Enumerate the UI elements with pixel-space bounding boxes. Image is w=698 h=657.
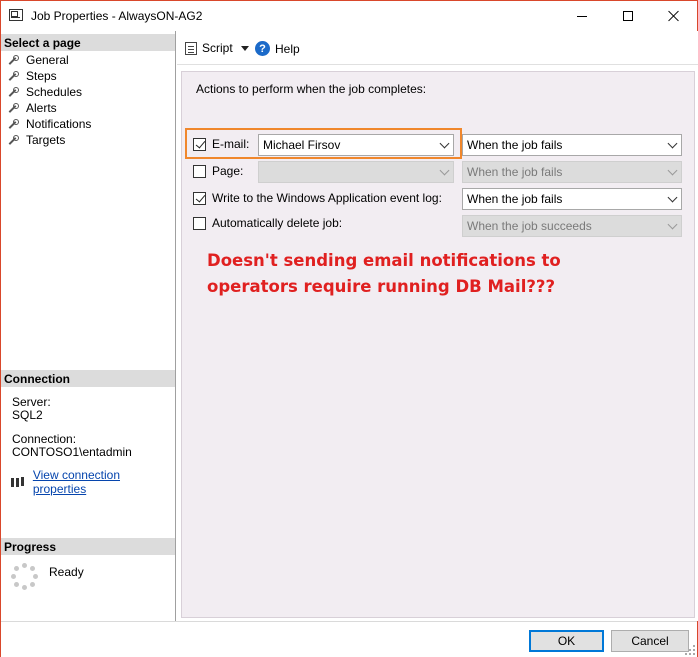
connection-properties-icon [10, 476, 24, 488]
progress-status: Ready [49, 565, 84, 579]
page-item-label: General [26, 53, 69, 67]
server-value: SQL2 [12, 408, 43, 422]
minimize-button[interactable] [559, 1, 605, 31]
page-item-notifications[interactable]: Notifications [7, 116, 91, 132]
email-checkbox[interactable] [193, 137, 206, 151]
page-operator-select[interactable] [258, 161, 454, 183]
chevron-down-icon [439, 165, 450, 176]
connection-value: CONTOSO1\entadmin [12, 445, 132, 459]
script-icon [185, 41, 197, 55]
left-pane: Select a page General Steps Schedules Al… [1, 31, 176, 621]
resize-grip-icon[interactable] [685, 645, 695, 655]
eventlog-condition-value: When the job fails [467, 192, 563, 206]
email-operator-value: Michael Firsov [263, 138, 341, 152]
progress-header: Progress [1, 537, 175, 555]
eventlog-checkbox[interactable] [193, 191, 206, 205]
app-window-icon [9, 9, 23, 21]
wrench-icon [7, 54, 19, 66]
page-condition-select[interactable]: When the job fails [462, 161, 682, 183]
page-item-label: Alerts [26, 101, 57, 115]
email-operator-select[interactable]: Michael Firsov [258, 134, 454, 156]
notifications-panel: Actions to perform when the job complete… [181, 71, 695, 618]
minimize-icon [577, 15, 587, 17]
email-condition-select[interactable]: When the job fails [462, 134, 682, 156]
wrench-icon [7, 134, 19, 146]
dialog-button-bar: OK Cancel [1, 621, 697, 657]
connection-info: Server: SQL2 Connection: CONTOSO1\entadm… [12, 396, 132, 459]
page-item-alerts[interactable]: Alerts [7, 100, 91, 116]
chevron-down-icon [667, 192, 678, 203]
autodelete-condition-value: When the job succeeds [467, 219, 592, 233]
cancel-button[interactable]: Cancel [611, 630, 689, 652]
page-list: General Steps Schedules Alerts Notificat… [7, 52, 91, 148]
chevron-down-icon [667, 165, 678, 176]
actions-section-label: Actions to perform when the job complete… [196, 82, 427, 96]
autodelete-checkbox[interactable] [193, 216, 206, 230]
help-label: Help [275, 41, 300, 56]
connection-header: Connection [1, 369, 175, 387]
close-button[interactable] [651, 1, 697, 31]
chevron-down-icon [667, 219, 678, 230]
annotation-text: Doesn't sending email notifications to o… [207, 248, 561, 300]
eventlog-condition-select[interactable]: When the job fails [462, 188, 682, 210]
page-item-targets[interactable]: Targets [7, 132, 91, 148]
page-item-label: Schedules [26, 85, 83, 99]
page-item-label: Targets [26, 133, 66, 147]
annotation-line-1: Doesn't sending email notifications to [207, 251, 561, 270]
page-label: Page: [212, 164, 244, 178]
eventlog-row: Write to the Windows Application event l… [193, 187, 442, 209]
maximize-button[interactable] [605, 1, 651, 31]
job-properties-window: Job Properties - AlwaysON-AG2 Select a p… [0, 0, 698, 657]
page-condition-value: When the job fails [467, 165, 563, 179]
progress-spinner-icon [11, 563, 39, 591]
script-label: Script [202, 41, 233, 55]
page-item-label: Notifications [26, 117, 92, 131]
script-button[interactable]: Script [185, 41, 249, 55]
page-item-schedules[interactable]: Schedules [7, 84, 91, 100]
wrench-icon [7, 118, 19, 130]
title-bar[interactable]: Job Properties - AlwaysON-AG2 [1, 1, 697, 31]
select-page-header: Select a page [1, 33, 175, 51]
toolbar-divider [177, 64, 698, 65]
autodelete-label: Automatically delete job: [212, 216, 343, 230]
autodelete-condition-select[interactable]: When the job succeeds [462, 215, 682, 237]
right-pane: Script ? Help Actions to perform when th… [177, 31, 698, 621]
caret-down-icon[interactable] [240, 45, 249, 51]
toolbar: Script ? Help [177, 31, 698, 65]
wrench-icon [7, 102, 19, 114]
view-connection-properties-link[interactable]: View connection properties [33, 468, 175, 496]
email-row: E-mail: [193, 133, 249, 155]
wrench-icon [7, 70, 19, 82]
page-row: Page: [193, 160, 243, 182]
ok-button[interactable]: OK [529, 630, 604, 652]
email-condition-value: When the job fails [467, 138, 563, 152]
chevron-down-icon [439, 138, 450, 149]
page-checkbox[interactable] [193, 164, 206, 178]
annotation-line-2: operators require running DB Mail??? [207, 277, 556, 296]
page-item-general[interactable]: General [7, 52, 91, 68]
help-button[interactable]: ? Help [255, 41, 300, 56]
wrench-icon [7, 86, 19, 98]
eventlog-label: Write to the Windows Application event l… [212, 191, 442, 205]
maximize-icon [623, 11, 633, 21]
autodelete-row: Automatically delete job: [193, 212, 342, 234]
page-item-steps[interactable]: Steps [7, 68, 91, 84]
help-icon: ? [255, 41, 270, 56]
window-title: Job Properties - AlwaysON-AG2 [31, 9, 203, 23]
page-item-label: Steps [26, 69, 57, 83]
chevron-down-icon [667, 138, 678, 149]
email-label: E-mail: [212, 137, 250, 151]
close-icon [668, 10, 680, 22]
view-connection-row: View connection properties [10, 468, 175, 496]
